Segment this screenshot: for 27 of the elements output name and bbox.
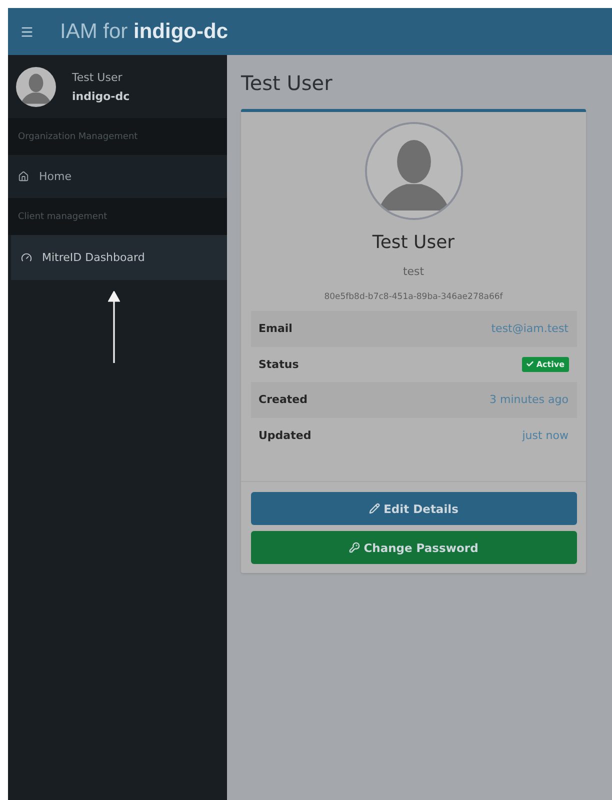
detail-label: Status (258, 358, 299, 371)
page-title: Test User (241, 71, 334, 95)
section-heading: Client management (8, 198, 227, 235)
detail-link[interactable]: just now (522, 428, 568, 442)
sidebar-item[interactable]: MitreID Dashboard (11, 235, 227, 280)
key-icon (348, 542, 360, 553)
change-password-button[interactable]: Change Password (250, 531, 576, 564)
menu-icon[interactable] (20, 24, 34, 38)
home-icon (18, 171, 29, 182)
detail-label: Created (258, 393, 308, 406)
profile-name: Test User (372, 232, 455, 253)
pencil-icon (368, 503, 380, 514)
app-title: IAM for indigo-dc (60, 20, 228, 44)
profile-uuid: 80e5fb8d-b7c8-451a-89ba-346ae278a66f (324, 292, 503, 302)
user-name: Test User (72, 70, 124, 84)
edit-button[interactable]: Edit Details (250, 492, 576, 525)
sidebar-item[interactable]: Home (8, 155, 227, 198)
detail-label: Updated (258, 428, 312, 442)
detail-label: Email (258, 322, 292, 336)
check-icon (526, 360, 534, 368)
user-avatar (16, 66, 56, 106)
section-heading: Organization Management (8, 118, 227, 155)
organization-name: indigo-dc (72, 90, 130, 102)
annotation-arrow (108, 291, 120, 363)
gauge-icon (21, 252, 32, 263)
profile-username: test (402, 265, 424, 278)
status-badge: Active (522, 356, 568, 372)
